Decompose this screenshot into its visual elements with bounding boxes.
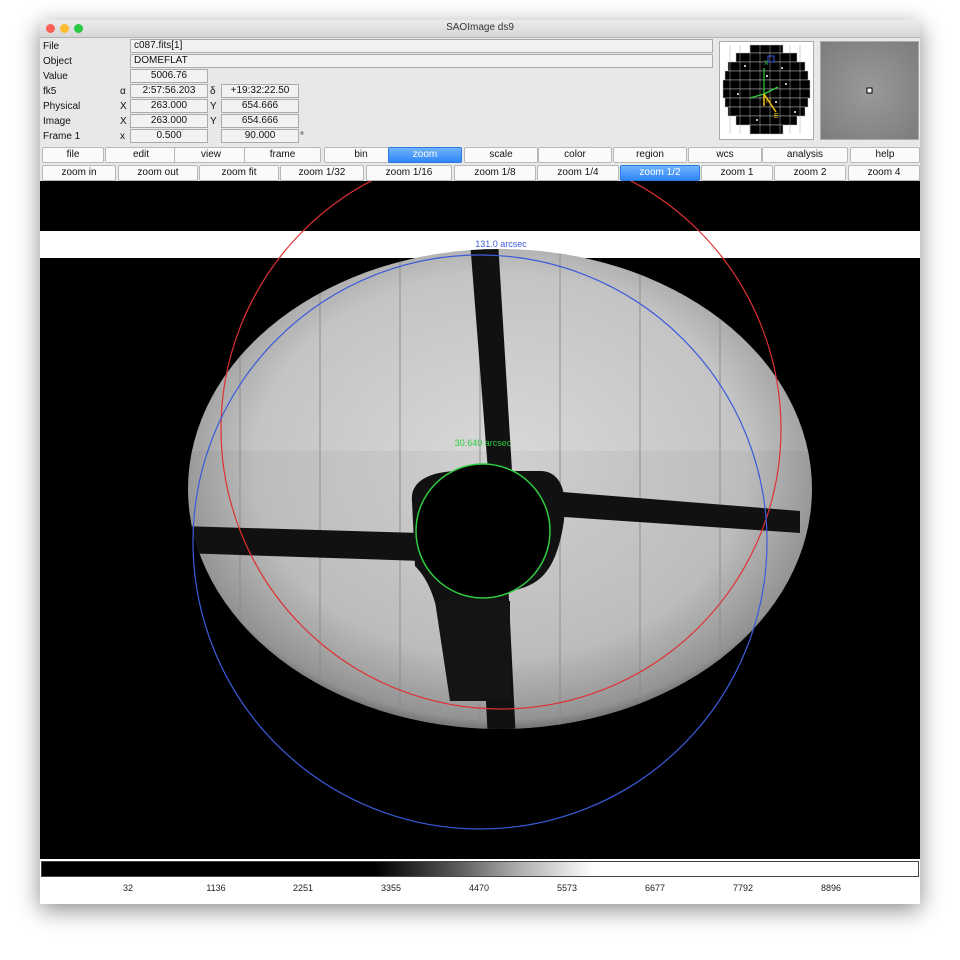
- physical-label: Physical: [43, 101, 81, 112]
- colorbar-tick: 4470: [468, 883, 490, 893]
- object-label: Object: [43, 56, 72, 67]
- physical-x-label: X: [120, 101, 127, 112]
- zoom-1-2-button[interactable]: zoom 1/2: [620, 165, 700, 181]
- zoom-2-button[interactable]: zoom 2: [774, 165, 846, 181]
- green-region-label: 30.640 arcsec: [455, 438, 512, 448]
- menu-button-view[interactable]: view: [174, 147, 248, 163]
- menu-button-help[interactable]: help: [850, 147, 920, 163]
- colorbar-tick: 2251: [292, 883, 314, 893]
- zoom-button-bar: zoom in zoom out zoom fit zoom 1/32 zoom…: [40, 165, 920, 181]
- object-field: DOMEFLAT: [130, 54, 713, 68]
- value-field: 5006.76: [130, 69, 208, 83]
- menu-button-bin[interactable]: bin: [324, 147, 398, 163]
- svg-text:N: N: [766, 98, 771, 105]
- info-panel: File c087.fits[1] Object DOMEFLAT Value …: [40, 38, 720, 162]
- zoom-1-button[interactable]: zoom 1: [701, 165, 773, 181]
- physical-y-field: 654.666: [221, 99, 299, 113]
- image-x-field: 263.000: [130, 114, 208, 128]
- menu-button-wcs[interactable]: wcs: [688, 147, 762, 163]
- image-y-label: Y: [210, 116, 217, 127]
- menu-button-edit[interactable]: edit: [105, 147, 177, 163]
- physical-y-label: Y: [210, 101, 217, 112]
- value-label: Value: [43, 71, 68, 82]
- zoom-1-16-button[interactable]: zoom 1/16: [366, 165, 452, 181]
- physical-x-field: 263.000: [130, 99, 208, 113]
- panner[interactable]: X N E: [719, 41, 814, 140]
- colorbar-tick: 32: [122, 883, 134, 893]
- magnifier-cursor-icon: [866, 87, 873, 94]
- colorbar-tick: 5573: [556, 883, 578, 893]
- menu-button-analysis[interactable]: analysis: [762, 147, 848, 163]
- colorbar-tick: 7792: [732, 883, 754, 893]
- colorbar-gradient: [41, 861, 919, 877]
- image-y-field: 654.666: [221, 114, 299, 128]
- ds9-window: SAOImage ds9 File c087.fits[1] Object DO…: [40, 20, 920, 904]
- magnifier-view: [821, 42, 918, 139]
- zoom-1-8-button[interactable]: zoom 1/8: [454, 165, 536, 181]
- zoom-1-4-button[interactable]: zoom 1/4: [537, 165, 619, 181]
- menu-button-scale[interactable]: scale: [464, 147, 538, 163]
- svg-text:E: E: [774, 113, 779, 120]
- frame-zoom-field: 0.500: [130, 129, 208, 143]
- file-label: File: [43, 41, 60, 52]
- menu-button-region[interactable]: region: [613, 147, 687, 163]
- image-canvas[interactable]: 30.640 arcsec 131.0 arcsec: [40, 181, 920, 859]
- zoom-fit-button[interactable]: zoom fit: [199, 165, 279, 181]
- colorbar-tick: 3355: [380, 883, 402, 893]
- menu-button-zoom[interactable]: zoom: [388, 147, 462, 163]
- zoom-out-button[interactable]: zoom out: [118, 165, 198, 181]
- zoom-in-button[interactable]: zoom in: [42, 165, 116, 181]
- colorbar-tick: 8896: [820, 883, 842, 893]
- delta-field: +19:32:22.50: [221, 84, 299, 98]
- menu-button-frame[interactable]: frame: [244, 147, 321, 163]
- colorbar: 32 1136 2251 3355 4470 5573 6677 7792 88…: [40, 859, 920, 904]
- window-title: SAOImage ds9: [446, 22, 514, 33]
- alpha-field: 2:57:56.203: [130, 84, 208, 98]
- fk5-label: fk5: [43, 86, 57, 97]
- main-menu-bar: file edit view frame bin zoom scale colo…: [40, 147, 920, 163]
- magnifier: [820, 41, 919, 140]
- frame-label: Frame 1: [43, 131, 81, 142]
- zoom-1-32-button[interactable]: zoom 1/32: [280, 165, 364, 181]
- image-label: Image: [43, 116, 71, 127]
- delta-label: δ: [210, 86, 216, 97]
- image-x-label: X: [120, 116, 127, 127]
- green-circle-region: [415, 463, 551, 599]
- degree-label: °: [300, 131, 304, 142]
- frame-x-label: x: [120, 131, 125, 142]
- colorbar-tick: 1136: [206, 883, 226, 893]
- frame-angle-field: 90.000: [221, 129, 299, 143]
- blue-region-label: 131.0 arcsec: [475, 239, 527, 249]
- zoom-4-button[interactable]: zoom 4: [848, 165, 920, 181]
- panner-thumbnail: X N E: [720, 42, 813, 139]
- colorbar-tick: 6677: [644, 883, 666, 893]
- alpha-label: α: [120, 86, 126, 97]
- title-bar: SAOImage ds9: [40, 20, 920, 38]
- file-field: c087.fits[1]: [130, 39, 713, 53]
- menu-button-file[interactable]: file: [42, 147, 104, 163]
- menu-button-color[interactable]: color: [538, 147, 612, 163]
- image-display[interactable]: 30.640 arcsec 131.0 arcsec: [40, 181, 920, 859]
